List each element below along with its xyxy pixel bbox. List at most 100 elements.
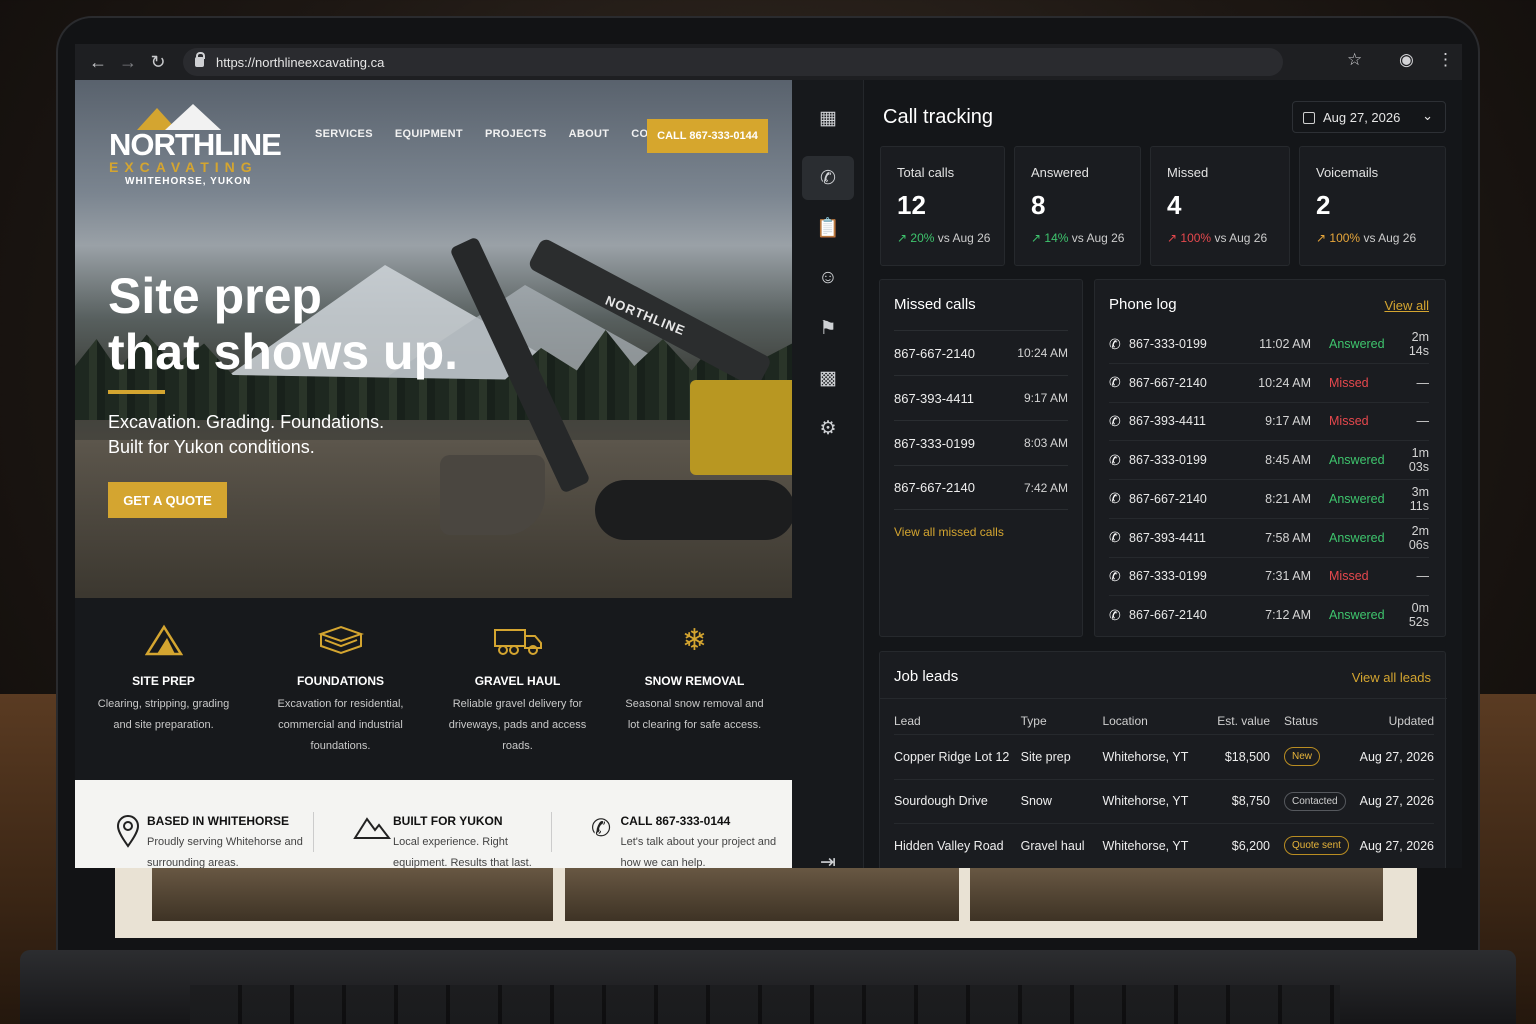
grid-icon[interactable]: ▦	[802, 96, 854, 140]
tag-icon[interactable]: ⚑	[802, 306, 854, 350]
stat-label: Missed	[1167, 165, 1209, 180]
change-percent: 14%	[1044, 231, 1069, 245]
phone-log-row[interactable]: ✆ 867-393-4411 7:58 AM Answered 2m 06s	[1109, 519, 1429, 558]
caller-number: 867-393-4411	[894, 390, 974, 406]
phone-log-row[interactable]: ✆ 867-333-0199 7:31 AM Missed —	[1109, 557, 1429, 597]
missed-call-row[interactable]: 867-667-2140 7:42 AM	[894, 465, 1068, 510]
missed-call-row[interactable]: 867-333-0199 8:03 AM	[894, 420, 1068, 465]
logout-icon[interactable]: ⇥	[802, 840, 854, 869]
view-all-missed-link[interactable]: View all missed calls	[894, 525, 1004, 539]
job-leads-panel: Job leads View all leads Lead Type Locat…	[879, 651, 1447, 868]
phone-log-row[interactable]: ✆ 867-333-0199 11:02 AM Answered 2m 14s	[1109, 325, 1429, 364]
change-percent: 100%	[1180, 231, 1212, 245]
phone-log-row[interactable]: ✆ 867-333-0199 8:45 AM Answered 1m 03s	[1109, 441, 1429, 481]
col-type[interactable]: Type	[1021, 714, 1103, 728]
info-title: BASED IN WHITEHORSE	[147, 814, 290, 828]
change-compare: vs Aug 26	[1363, 231, 1417, 245]
col-est-value[interactable]: Est. value	[1208, 714, 1270, 728]
phone-log-panel: Phone log View all ✆ 867-333-0199 11:02 AM…	[1094, 279, 1446, 637]
back-icon[interactable]: ←	[83, 52, 113, 73]
clipboard-icon[interactable]: 📋	[802, 206, 854, 250]
phone-icon: ✆	[1109, 567, 1121, 584]
service-card[interactable]: GRAVEL HAUL Reliable gravel delivery for…	[429, 598, 606, 780]
logo-mountain-icon	[137, 104, 227, 130]
call-duration: —	[1416, 414, 1430, 429]
profile-icon[interactable]: ◉	[1399, 50, 1414, 70]
lead-value: $18,500	[1224, 749, 1270, 764]
service-title: SNOW REMOVAL	[644, 674, 745, 688]
call-button[interactable]: CALL 867-333-0144	[647, 119, 768, 153]
address-bar[interactable]: https://northlineexcavating.ca	[183, 48, 1283, 76]
phone-nav-icon[interactable]: ✆	[802, 156, 854, 200]
menu-dots-icon[interactable]: ⋮	[1437, 50, 1454, 70]
bar-chart-icon[interactable]: ▩	[802, 356, 854, 400]
hero-title-line: Site prep	[108, 268, 322, 324]
stat-answered[interactable]: Answered 8 ↗ 14% vs Aug 26	[1014, 146, 1141, 266]
lead-status: New	[1270, 747, 1356, 766]
info-title: BUILT FOR YUKON	[393, 814, 503, 828]
call-tracking-dashboard: ▦ ✆ 📋 ☺ ⚑ ▩ ⚙ ⇥ Call tracking Aug 27, 20…	[792, 80, 1462, 868]
date-picker[interactable]: Aug 27, 2026 ⌄	[1292, 101, 1446, 133]
col-status[interactable]: Status	[1270, 714, 1356, 728]
lead-row[interactable]: Hidden Valley Road Gravel haul Whitehorse,…	[894, 823, 1434, 867]
service-card[interactable]: SITE PREP Clearing, stripping, grading a…	[75, 598, 252, 780]
phone-log-row[interactable]: ✆ 867-393-4411 9:17 AM Missed —	[1109, 402, 1430, 442]
call-time: 9:17 AM	[1265, 414, 1311, 429]
phone-log-row[interactable]: ✆ 867-667-2140 8:21 AM Answered 3m 11s	[1109, 480, 1429, 519]
missed-call-row[interactable]: 867-393-4411 9:17 AM	[894, 375, 1068, 420]
phone-icon: ✆	[1109, 490, 1121, 507]
lead-location: Whitehorse, YT	[1102, 749, 1189, 764]
site-logo[interactable]: NORTHLINE EXCAVATING WHITEHORSE, YUKON	[109, 104, 282, 187]
call-duration: —	[1416, 375, 1430, 390]
lead-type: Site prep	[1020, 749, 1071, 764]
trend-up-icon: ↗	[1031, 231, 1045, 245]
trend-up-icon: ↗	[1167, 231, 1181, 245]
change-percent: 20%	[910, 231, 935, 245]
phone-log-row[interactable]: ✆ 867-667-2140 7:12 AM Answered 0m 52s	[1109, 596, 1429, 635]
service-card[interactable]: ❄ SNOW REMOVAL Seasonal snow removal and…	[606, 598, 783, 780]
call-status: Answered	[1329, 608, 1385, 623]
missed-call-row[interactable]: 867-667-2140 10:24 AM	[894, 330, 1068, 375]
view-all-link[interactable]: View all	[1384, 298, 1429, 313]
stat-voicemails[interactable]: Voicemails 2 ↗ 100% vs Aug 26	[1299, 146, 1446, 266]
excavator-cab	[690, 380, 792, 475]
col-location[interactable]: Location	[1102, 714, 1207, 728]
mountain-icon	[75, 620, 252, 660]
lead-row[interactable]: Copper Ridge Lot 12 Site prep Whitehorse, …	[894, 734, 1434, 778]
hero-title: Site prep that shows up.	[108, 268, 528, 380]
project-photo	[970, 864, 1383, 921]
phone-icon: ✆	[1109, 412, 1121, 429]
col-updated[interactable]: Updated	[1356, 714, 1434, 728]
service-desc: Seasonal snow removal and lot clearing f…	[625, 698, 764, 731]
service-card[interactable]: FOUNDATIONS Excavation for residential, …	[252, 598, 429, 780]
lead-row[interactable]: Sourdough Drive Snow Whitehorse, YT $8,750 C…	[894, 778, 1434, 823]
call-time: 8:21 AM	[1265, 491, 1311, 506]
nav-services[interactable]: SERVICES	[315, 128, 373, 140]
view-all-leads-link[interactable]: View all leads	[1352, 670, 1431, 685]
lock-icon	[195, 52, 205, 67]
lead-name: Sourdough Drive	[894, 794, 988, 808]
service-desc: Excavation for residential, commercial a…	[277, 698, 404, 752]
logo-location: WHITEHORSE, YUKON	[125, 176, 252, 187]
lead-value: $8,750	[1231, 794, 1270, 808]
get-quote-button[interactable]: GET A QUOTE	[108, 482, 227, 518]
call-time: 8:03 AM	[1023, 436, 1068, 450]
user-icon[interactable]: ☺	[802, 256, 854, 300]
reload-icon[interactable]: ↻	[143, 52, 173, 73]
caller-number: 867-333-0199	[1129, 569, 1207, 584]
settings-gear-icon[interactable]: ⚙	[802, 406, 854, 450]
stat-missed[interactable]: Missed 4 ↗ 100% vs Aug 26	[1150, 146, 1290, 266]
col-lead[interactable]: Lead	[894, 714, 1021, 728]
stat-total-calls[interactable]: Total calls 12 ↗ 20% vs Aug 26	[880, 146, 1005, 266]
phone-log-row[interactable]: ✆ 867-667-2140 10:24 AM Missed —	[1109, 364, 1429, 403]
phone-icon: ✆	[1109, 451, 1121, 468]
lead-name: Hidden Valley Road	[894, 838, 1004, 853]
nav-projects[interactable]: PROJECTS	[485, 128, 547, 140]
caller-number: 867-667-2140	[1129, 375, 1207, 390]
stat-value: 8	[1031, 190, 1046, 220]
info-item[interactable]: ✆ CALL 867-333-0144 Let's talk about you…	[551, 780, 789, 868]
forward-icon[interactable]: →	[113, 52, 143, 73]
bookmark-star-icon[interactable]: ☆	[1347, 50, 1362, 70]
nav-equipment[interactable]: EQUIPMENT	[395, 128, 463, 140]
nav-about[interactable]: ABOUT	[569, 128, 610, 140]
